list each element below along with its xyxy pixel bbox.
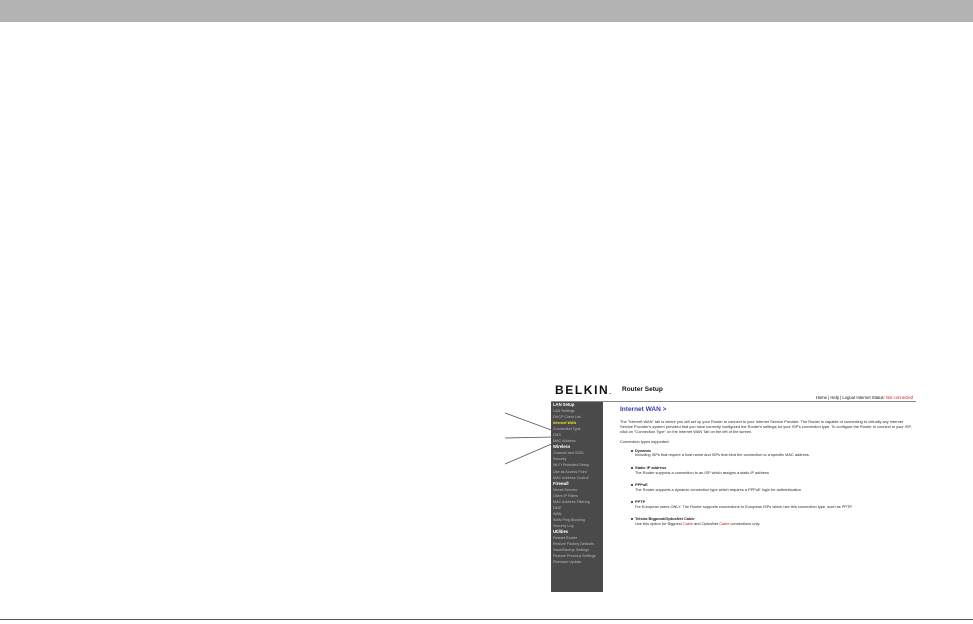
connection-type-desc: The Router supports a dynamic connection… [635,486,801,492]
connection-type-pptp: PPTP For European users ONLY. The Router… [619,500,914,509]
cable-highlight: Cable [682,521,693,527]
logout-link[interactable]: Logout [842,395,855,400]
supported-label: Connection types supported: [620,438,670,444]
help-link[interactable]: Help [830,395,839,400]
connection-type-telstra: Telstra Bigpond/OptusNet Cable Use this … [619,517,914,526]
bullet-icon [631,501,633,504]
desc-text: and OptusNet [694,521,719,527]
home-link[interactable]: Home [816,395,827,400]
sidebar-nav: LAN Setup LAN Settings DHCP Client List Int… [551,402,603,592]
intro-text: The "Internet WAN" tab is where you will… [620,419,912,434]
connection-type-dynamic: Dynamic Including ISPs that require a ho… [619,448,914,458]
cable-highlight: Cable [719,521,730,527]
connection-type-pppoe: PPPoE The Router supports a dynamic conn… [619,482,914,492]
connection-type-desc: Including ISPs that require a host name … [635,452,810,458]
belkin-logo: BELKIN. [555,383,613,397]
bottom-rule [0,619,973,620]
desc-text: connections only. [730,521,761,527]
bullet-icon [631,518,633,521]
router-setup-title: Router Setup [622,386,663,393]
top-bar [0,0,973,22]
header-links: Home | Help | Logout Internet Status: No… [816,395,913,400]
router-header: BELKIN. Router Setup Home | Help | Logou… [551,375,916,402]
link-separator: | [828,395,830,400]
connection-type-desc: For European users ONLY. The Router supp… [635,503,853,509]
router-setup-screenshot: BELKIN. Router Setup Home | Help | Logou… [551,375,916,592]
link-separator: | [840,395,842,400]
internet-status-value: Not connected [885,395,913,400]
bullet-icon [631,449,633,452]
bullet-icon [631,466,633,469]
internet-status-label: Internet Status: [856,395,885,400]
bullet-icon [631,484,633,487]
connection-type-desc: The Router supports a connection to an I… [635,469,769,475]
connection-type-static: Static IP address The Router supports a … [619,465,914,475]
page-title: Internet WAN > [620,406,667,413]
main-content: Internet WAN > The "Internet WAN" tab is… [619,406,914,535]
desc-text: Use this option for Bigpond [635,521,682,527]
sidebar-item-firmware-update[interactable]: Firmware Update [551,559,603,565]
connection-type-desc: Use this option for Bigpond Cable and Op… [635,521,914,527]
